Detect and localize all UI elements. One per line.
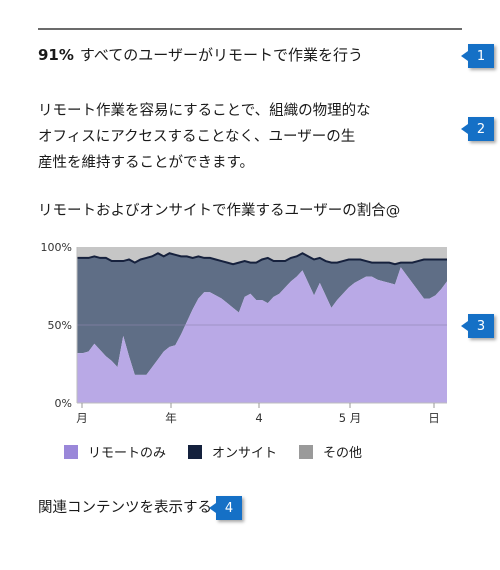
chart-legend: リモートのみ オンサイト その他 xyxy=(64,442,384,461)
chart-title: リモートおよびオンサイトで作業するユーザーの割合@ xyxy=(38,203,401,219)
related-content-link[interactable]: 関連コンテンツを表示する xyxy=(38,496,212,517)
y-tick-label: 100% xyxy=(41,241,72,254)
description: リモート作業を容易にすることで、組織の物理的な オフィスにアクセスすることなく、… xyxy=(38,98,398,176)
callout-badge-3: 3 xyxy=(461,314,494,338)
callout-badge-1: 1 xyxy=(461,44,494,68)
y-tick-label: 50% xyxy=(48,319,72,332)
headline: 91% すべてのユーザーがリモートで作業を行う xyxy=(38,44,363,65)
top-divider xyxy=(38,28,462,30)
callout-badge-4: 4 xyxy=(209,496,242,520)
x-tick-label: 5 月 xyxy=(339,411,361,425)
y-tick-label: 0% xyxy=(55,397,72,410)
legend-swatch-other xyxy=(299,444,314,459)
description-line-3: 産性を維持することができます。 xyxy=(38,155,255,171)
legend-item-other: その他 xyxy=(299,442,362,461)
headline-stat: 91% xyxy=(38,46,74,64)
legend-label-remote: リモートのみ xyxy=(88,446,167,461)
x-tick-label: 年 xyxy=(165,411,177,425)
x-tick-label: 4 xyxy=(255,411,262,425)
x-tick-label: 日 xyxy=(428,411,440,425)
area-chart: 100% 50% 0% 月 年 4 5 月 日 xyxy=(41,241,447,425)
legend-swatch-onsite xyxy=(188,444,203,459)
description-line-2: オフィスにアクセスすることなく、ユーザーの生 xyxy=(38,129,356,145)
x-tick-label: 月 xyxy=(76,411,88,425)
legend-label-other: その他 xyxy=(323,446,363,461)
legend-item-onsite: オンサイト xyxy=(188,442,277,461)
legend-label-onsite: オンサイト xyxy=(212,446,278,461)
legend-swatch-remote xyxy=(64,444,78,459)
headline-text: すべてのユーザーがリモートで作業を行う xyxy=(79,46,363,64)
legend-item-remote: リモートのみ xyxy=(64,442,166,461)
description-line-1: リモート作業を容易にすることで、組織の物理的な xyxy=(38,103,371,119)
callout-badge-2: 2 xyxy=(461,117,494,141)
